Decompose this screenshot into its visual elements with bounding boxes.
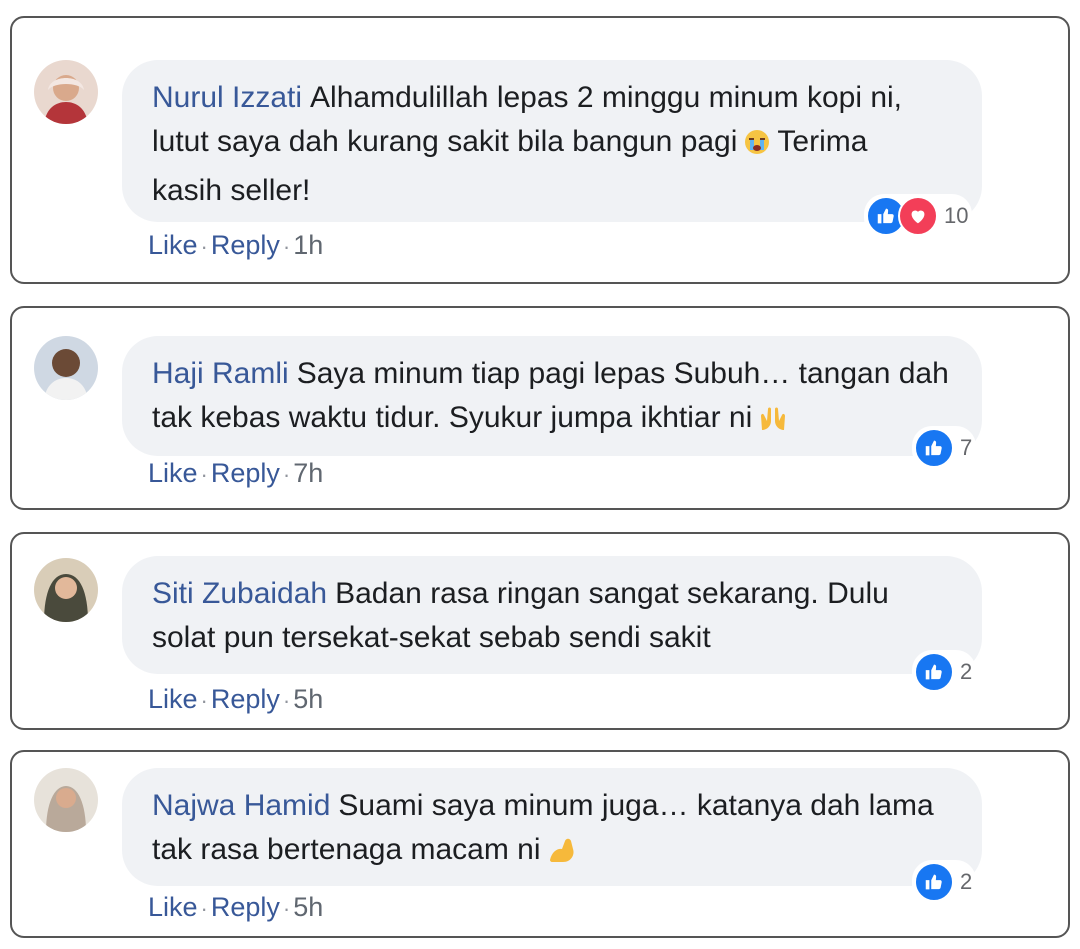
reply-link[interactable]: Reply (211, 684, 280, 714)
like-link[interactable]: Like (148, 230, 198, 260)
reaction-count: 2 (960, 869, 973, 894)
comment-text: lutut saya dah kurang sakit bila bangun … (152, 125, 738, 158)
comment-text: kasih seller! (152, 174, 311, 207)
comment-author[interactable]: Nurul Izzati (152, 81, 302, 114)
comment-author[interactable]: Haji Ramli (152, 357, 289, 390)
comment-card: Haji Ramli Saya minum tiap pagi lepas Sub… (10, 306, 1070, 510)
crying-face-emoji (743, 125, 771, 169)
comment-time[interactable]: 5h (293, 684, 323, 714)
comment-actions: Like · Reply · 5h (148, 684, 323, 715)
separator: · (200, 896, 208, 921)
comment-actions: Like · Reply · 7h (148, 458, 323, 489)
comment-text: Alhamdulillah lepas 2 minggu minum kopi … (310, 81, 903, 114)
comment-text: Badan rasa ringan sangat sekarang. Dulu (335, 577, 889, 610)
comment-actions: Like · Reply · 5h (148, 892, 323, 923)
comment-text: Suami saya minum juga… katanya dah lama (338, 789, 934, 822)
reactions-summary[interactable]: 2 (912, 860, 977, 904)
flexed-biceps-emoji (547, 833, 577, 877)
reactions-summary[interactable]: 7 (912, 426, 977, 470)
comment-text: tak kebas waktu tidur. Syukur jumpa ikht… (152, 401, 753, 434)
comment-text: tak rasa bertenaga macam ni (152, 833, 541, 866)
comment-bubble: Haji Ramli Saya minum tiap pagi lepas Sub… (122, 336, 982, 456)
reaction-count: 2 (960, 659, 973, 684)
like-link[interactable]: Like (148, 458, 198, 488)
raising-hands-emoji (758, 401, 788, 445)
reaction-count: 7 (960, 435, 973, 460)
reply-link[interactable]: Reply (211, 230, 280, 260)
like-icon (914, 862, 954, 902)
comment-time[interactable]: 1h (293, 230, 323, 260)
avatar[interactable] (34, 336, 98, 400)
avatar[interactable] (34, 60, 98, 124)
separator: · (200, 688, 208, 713)
like-icon (914, 428, 954, 468)
comment-bubble: Nurul Izzati Alhamdulillah lepas 2 minggu… (122, 60, 982, 222)
comment-text: solat pun tersekat-sekat sebab sendi sak… (152, 621, 711, 654)
reply-link[interactable]: Reply (211, 458, 280, 488)
separator: · (282, 688, 291, 713)
separator: · (282, 234, 291, 259)
comment-card: Najwa Hamid Suami saya minum juga… katany… (10, 750, 1070, 938)
comment-bubble: Najwa Hamid Suami saya minum juga… katany… (122, 768, 982, 886)
reaction-count: 10 (944, 203, 969, 228)
comment-time[interactable]: 5h (293, 892, 323, 922)
avatar[interactable] (34, 768, 98, 832)
love-icon (898, 196, 938, 236)
reactions-summary[interactable]: 2 (912, 650, 977, 694)
comment-text: Terima (777, 125, 868, 158)
comment-author[interactable]: Siti Zubaidah (152, 577, 327, 610)
like-link[interactable]: Like (148, 684, 198, 714)
comment-card: Siti Zubaidah Badan rasa ringan sangat se… (10, 532, 1070, 730)
avatar[interactable] (34, 558, 98, 622)
comment-time[interactable]: 7h (293, 458, 323, 488)
comment-author[interactable]: Najwa Hamid (152, 789, 330, 822)
comment-actions: Like · Reply · 1h (148, 230, 323, 261)
separator: · (200, 234, 208, 259)
reactions-summary[interactable]: 10 (864, 194, 973, 238)
separator: · (282, 462, 291, 487)
separator: · (282, 896, 291, 921)
comment-card: Nurul Izzati Alhamdulillah lepas 2 minggu… (10, 16, 1070, 284)
separator: · (200, 462, 208, 487)
comment-text: Saya minum tiap pagi lepas Subuh… tangan… (296, 357, 949, 390)
comment-bubble: Siti Zubaidah Badan rasa ringan sangat se… (122, 556, 982, 674)
like-link[interactable]: Like (148, 892, 198, 922)
like-icon (914, 652, 954, 692)
reply-link[interactable]: Reply (211, 892, 280, 922)
